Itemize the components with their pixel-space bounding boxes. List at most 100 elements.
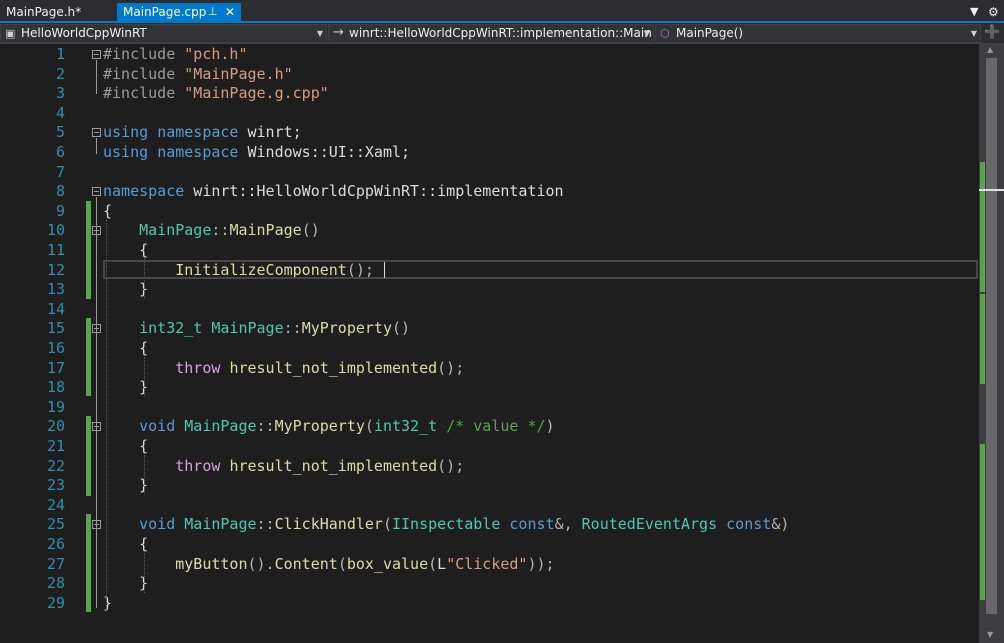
code-token: throw bbox=[175, 358, 221, 377]
split-window-icon[interactable]: ➕ bbox=[984, 25, 1000, 40]
pin-icon[interactable]: ⊥ bbox=[208, 3, 218, 21]
code-token: &) bbox=[771, 515, 790, 534]
change-marker bbox=[980, 444, 985, 600]
code-line[interactable]: 28 } bbox=[0, 574, 979, 594]
code-token: } bbox=[103, 280, 149, 299]
code-token: "Clicked" bbox=[446, 554, 528, 573]
dropdown-icon[interactable]: ▼ bbox=[970, 3, 978, 21]
tab-mainpage-h[interactable]: MainPage.h* bbox=[0, 3, 116, 23]
code-token: ( bbox=[364, 417, 374, 436]
code-line[interactable]: 11 { bbox=[0, 241, 979, 261]
code-token: Windows::UI::Xaml; bbox=[238, 143, 411, 161]
change-marker bbox=[980, 294, 985, 384]
code-line[interactable]: 23 } bbox=[0, 476, 979, 496]
vertical-scrollbar[interactable]: ▲ ▼ bbox=[979, 44, 1004, 643]
code-line[interactable]: 16 { bbox=[0, 339, 979, 359]
code-line[interactable]: 10 MainPage::MainPage() bbox=[0, 221, 979, 241]
code-token: (); bbox=[437, 456, 465, 475]
collapse-icon[interactable] bbox=[92, 324, 101, 333]
code-token: winrt; bbox=[238, 123, 302, 142]
line-number: 14 bbox=[46, 299, 65, 318]
code-line[interactable]: 21 { bbox=[0, 437, 979, 457]
code-text: int32_t MainPage::MyProperty() bbox=[103, 319, 410, 339]
scroll-down-icon[interactable]: ▼ bbox=[987, 630, 993, 639]
code-token: MyProperty bbox=[274, 417, 365, 436]
code-line[interactable]: 15 int32_t MainPage::MyProperty() bbox=[0, 319, 979, 339]
code-token: const bbox=[509, 515, 555, 534]
tab-mainpage-cpp[interactable]: MainPage.cpp ⊥ ✕ bbox=[117, 3, 241, 23]
code-line[interactable]: 17 throw hresult_not_implemented(); bbox=[0, 359, 979, 379]
code-line[interactable]: 19 bbox=[0, 398, 979, 418]
line-number: 24 bbox=[46, 495, 65, 514]
code-text: void MainPage::ClickHandler(IInspectable… bbox=[103, 515, 789, 535]
code-line[interactable]: 1 #include "pch.h" bbox=[0, 45, 979, 65]
project-dropdown[interactable]: ▣ HelloWorldCppWinRT ▼ bbox=[0, 24, 327, 43]
line-number: 18 bbox=[46, 378, 65, 397]
code-line[interactable]: 18 } bbox=[0, 378, 979, 398]
code-line[interactable]: 27 myButton().Content(box_value(L"Clicke… bbox=[0, 555, 979, 575]
line-number: 7 bbox=[55, 162, 65, 181]
member-dropdown[interactable]: ⬡ MainPage() ▼ bbox=[655, 24, 981, 43]
code-line[interactable]: 25 void MainPage::ClickHandler(IInspecta… bbox=[0, 515, 979, 535]
code-line[interactable]: 20 void MainPage::MyProperty(int32_t /* … bbox=[0, 417, 979, 437]
code-token: } bbox=[103, 476, 149, 495]
code-line[interactable]: 6 using namespace Windows::UI::Xaml; bbox=[0, 143, 979, 163]
collapse-icon[interactable] bbox=[92, 520, 101, 529]
code-line[interactable]: 5 using namespace winrt; bbox=[0, 123, 979, 143]
scroll-up-icon[interactable]: ▲ bbox=[987, 45, 993, 54]
code-token: )); bbox=[527, 554, 555, 573]
code-text: } bbox=[103, 378, 148, 398]
scrollbar-thumb[interactable] bbox=[986, 58, 997, 614]
code-line[interactable]: 29} bbox=[0, 594, 979, 614]
collapse-icon[interactable] bbox=[92, 187, 101, 196]
code-line[interactable]: 13 } bbox=[0, 280, 979, 300]
collapse-icon[interactable] bbox=[92, 128, 101, 137]
code-text: } bbox=[103, 574, 148, 594]
chevron-down-icon: ▼ bbox=[643, 29, 650, 38]
change-marker bbox=[86, 514, 91, 612]
collapse-icon[interactable] bbox=[92, 422, 101, 431]
code-token: { bbox=[103, 339, 149, 357]
indent-guide bbox=[144, 357, 145, 397]
code-line[interactable]: 24 bbox=[0, 496, 979, 516]
code-text: using namespace Windows::UI::Xaml; bbox=[103, 143, 410, 163]
code-token: ) bbox=[545, 417, 555, 436]
code-token: () bbox=[301, 221, 320, 240]
tab-label: MainPage.h* bbox=[6, 5, 82, 19]
gear-icon[interactable]: ⚙ bbox=[988, 3, 999, 21]
code-text: } bbox=[103, 594, 112, 614]
code-line[interactable]: 8 namespace winrt::HelloWorldCppWinRT::im… bbox=[0, 182, 979, 202]
line-number: 16 bbox=[46, 339, 65, 357]
line-number: 19 bbox=[46, 397, 65, 416]
code-token: "MainPage.g.cpp" bbox=[184, 84, 329, 103]
line-number: 13 bbox=[46, 280, 65, 299]
code-editor[interactable]: 1 #include "pch.h" 2 #include "MainPage.h" 3… bbox=[0, 44, 979, 643]
collapse-icon[interactable] bbox=[92, 50, 101, 59]
code-line[interactable]: 4 bbox=[0, 104, 979, 124]
fold-line bbox=[96, 197, 97, 608]
code-line[interactable]: 26 { bbox=[0, 535, 979, 555]
code-line[interactable]: 9{ bbox=[0, 202, 979, 222]
code-line[interactable]: 3 #include "MainPage.g.cpp" bbox=[0, 84, 979, 104]
line-number: 2 bbox=[55, 64, 65, 83]
code-token: { bbox=[103, 535, 149, 553]
code-line[interactable]: 14 bbox=[0, 300, 979, 320]
code-line[interactable]: 7 bbox=[0, 163, 979, 183]
collapse-icon[interactable] bbox=[92, 226, 101, 235]
scope-dropdown[interactable]: → winrt::HelloWorldCppWinRT::implementat… bbox=[328, 24, 654, 43]
code-text: #include "MainPage.h" bbox=[103, 65, 293, 85]
code-line[interactable]: 2 #include "MainPage.h" bbox=[0, 65, 979, 85]
code-line[interactable]: 22 throw hresult_not_implemented(); bbox=[0, 457, 979, 477]
text-caret bbox=[384, 262, 385, 278]
code-token: { bbox=[103, 201, 113, 220]
code-token: :: bbox=[283, 319, 302, 338]
code-token: :: bbox=[256, 417, 275, 436]
code-token: throw bbox=[175, 456, 221, 475]
close-icon[interactable]: ✕ bbox=[225, 3, 235, 21]
